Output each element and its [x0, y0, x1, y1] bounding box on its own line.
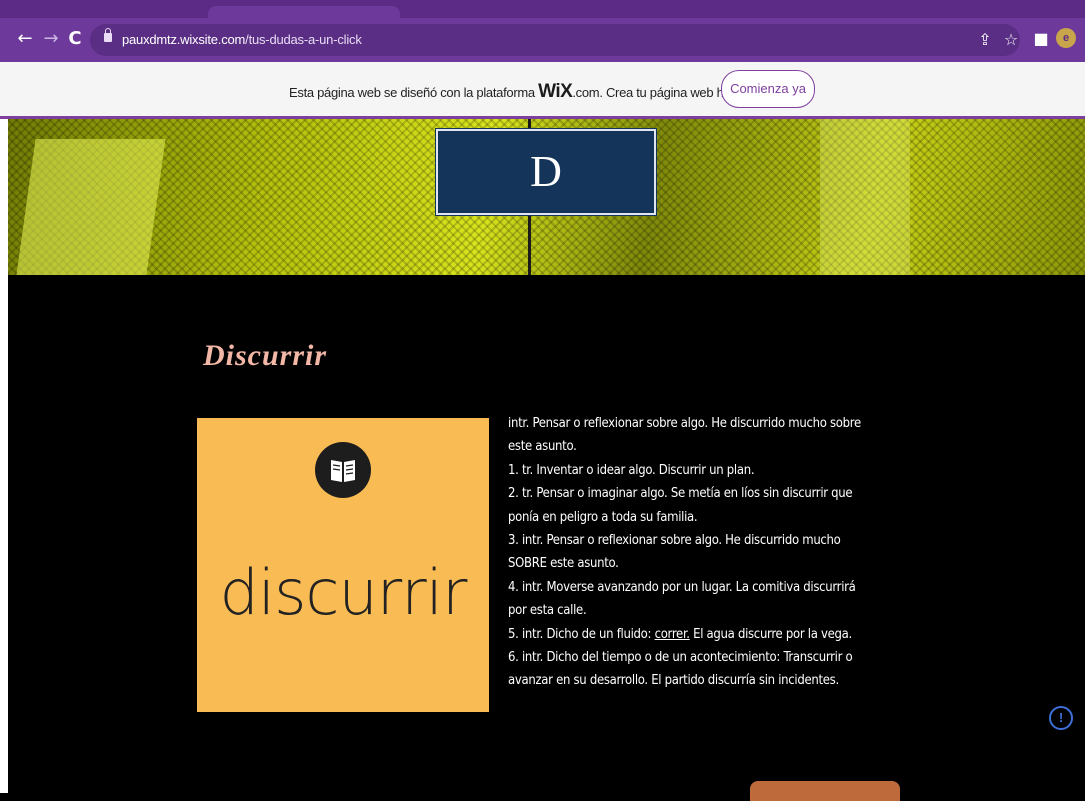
page-title: Discurrir	[203, 339, 328, 372]
hero-glass-block	[820, 119, 910, 275]
tab-active[interactable]	[208, 6, 400, 18]
lock-icon[interactable]	[104, 28, 112, 42]
definition-item-4: 4. intr. Moverse avanzando por un lugar.…	[508, 579, 856, 619]
word-image: discurrir	[197, 418, 489, 712]
hero-glass-block	[14, 139, 166, 275]
forward-button[interactable]: →	[40, 28, 62, 50]
hero-banner: D	[0, 119, 1085, 275]
url-text[interactable]: pauxdmtz.wixsite.com/tus-dudas-a-un-clic…	[122, 32, 362, 47]
info-icon[interactable]: !	[1049, 706, 1073, 730]
definition-item-3: 3. intr. Pensar o reflexionar sobre algo…	[508, 533, 841, 572]
definition-item-5: 5. intr. Dicho de un fluido: correr. El …	[508, 626, 852, 642]
correr-link[interactable]: correr.	[655, 627, 690, 642]
definition-item-2: 2. tr. Pensar o imaginar algo. Se metía …	[508, 486, 853, 525]
address-bar[interactable]: pauxdmtz.wixsite.com/tus-dudas-a-un-clic…	[90, 24, 1020, 56]
book-icon	[315, 442, 371, 498]
profile-avatar[interactable]: e	[1056, 28, 1076, 48]
back-button[interactable]: ←	[14, 28, 36, 50]
tab-inactive[interactable]	[20, 6, 192, 18]
star-icon[interactable]: ☆	[1000, 29, 1022, 51]
bottom-cta-button[interactable]	[750, 781, 900, 801]
reload-button[interactable]: C	[64, 28, 86, 50]
definition-intro: intr. Pensar o reflexionar sobre algo. H…	[508, 416, 861, 455]
site-logo-letter: D	[530, 147, 562, 196]
sidepanel-icon[interactable]: ■	[1030, 28, 1052, 50]
wix-promo-text: Esta página web se diseñó con la platafo…	[289, 81, 740, 102]
definition-item-6: 6. intr. Dicho del tiempo o de un aconte…	[508, 650, 853, 689]
definition-item-1: 1. tr. Inventar o idear algo. Discurrir …	[508, 462, 755, 478]
wix-logo[interactable]: WiX	[538, 81, 573, 102]
browser-toolbar: ← → C pauxdmtz.wixsite.com/tus-dudas-a-u…	[0, 18, 1085, 62]
image-word: discurrir	[219, 556, 468, 629]
wix-promo-banner: Esta página web se diseñó con la platafo…	[0, 62, 1085, 119]
page-left-edge	[0, 119, 8, 793]
share-icon[interactable]: ⇪	[974, 29, 996, 51]
start-now-button[interactable]: Comienza ya	[721, 70, 815, 108]
definition-text: intr. Pensar o reflexionar sobre algo. H…	[508, 412, 863, 693]
tab-strip	[0, 0, 1085, 18]
site-logo[interactable]: D	[436, 129, 656, 215]
